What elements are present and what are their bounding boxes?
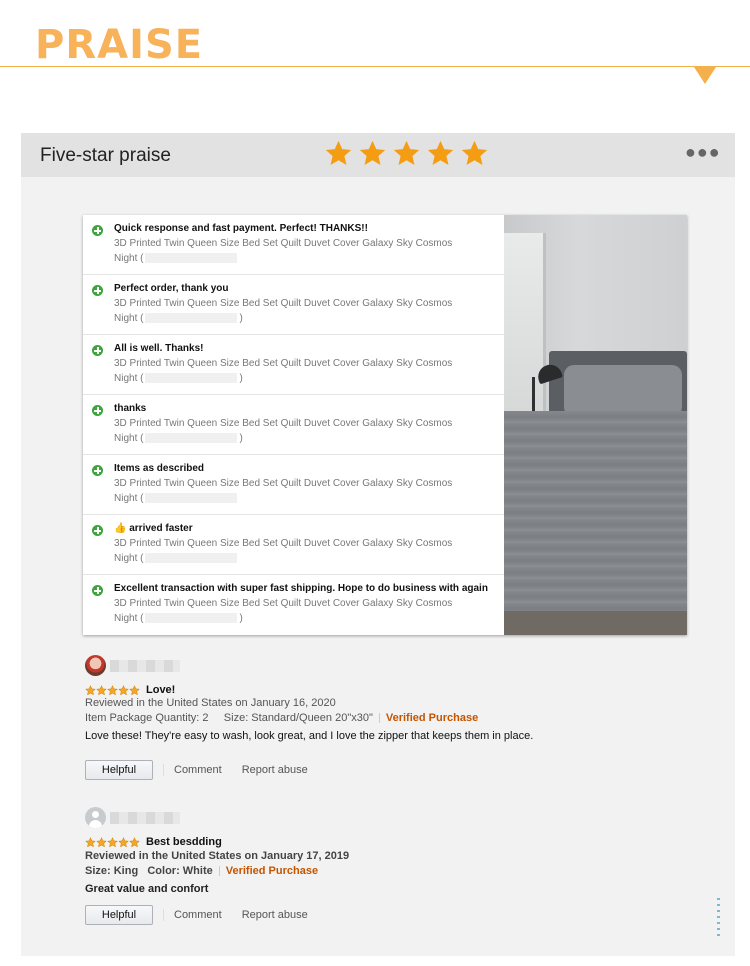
feedback-product: 3D Printed Twin Queen Size Bed Set Quilt… xyxy=(114,598,453,609)
redacted-order-number xyxy=(145,313,238,324)
comment-link[interactable]: Comment xyxy=(174,909,222,921)
feedback-comment: Perfect order, thank you xyxy=(114,283,229,294)
feedback-list: Quick response and fast payment. Perfect… xyxy=(83,215,504,635)
comment-link[interactable]: Comment xyxy=(174,764,222,776)
helpful-button[interactable]: Helpful xyxy=(85,905,153,925)
star-icon xyxy=(461,140,488,165)
page-header: PRAISE xyxy=(0,0,750,90)
feedback-product: 3D Printed Twin Queen Size Bed Set Quilt… xyxy=(114,298,453,309)
feedback-variant: Night () xyxy=(114,313,243,324)
star-icon xyxy=(85,837,96,848)
five-star-rating xyxy=(324,139,489,168)
redacted-order-number xyxy=(145,553,238,564)
avatar xyxy=(85,807,106,828)
review-date: Reviewed in the United States on January… xyxy=(85,850,350,862)
review-actions: Helpful Comment Report abuse xyxy=(85,760,308,780)
star-icon xyxy=(325,140,352,165)
star-icon xyxy=(129,685,140,696)
review-body: Love these! They're easy to wash, look g… xyxy=(85,730,534,742)
floor xyxy=(504,611,687,635)
star-icon xyxy=(107,685,118,696)
review-star-rating xyxy=(85,837,140,848)
positive-plus-icon xyxy=(92,405,103,416)
feedback-comment: Items as described xyxy=(114,463,205,474)
helpful-button[interactable]: Helpful xyxy=(85,760,153,780)
review-date: Reviewed in the United States on January… xyxy=(85,697,336,709)
feedback-variant: Night () xyxy=(114,373,243,384)
star-icon xyxy=(96,685,107,696)
redacted-order-number xyxy=(145,493,238,504)
redacted-order-number xyxy=(145,373,238,384)
pillow xyxy=(564,365,682,417)
star-icon xyxy=(129,837,140,848)
review-title[interactable]: Best besdding xyxy=(146,836,222,848)
feedback-item: Items as described 3D Printed Twin Queen… xyxy=(83,455,504,515)
feedback-item: thanks 3D Printed Twin Queen Size Bed Se… xyxy=(83,395,504,455)
feedback-item: Perfect order, thank you 3D Printed Twin… xyxy=(83,275,504,335)
page-title: PRAISE xyxy=(35,22,204,68)
review-actions: Helpful Comment Report abuse xyxy=(85,905,308,925)
feedback-variant: Night () xyxy=(114,613,243,624)
feedback-variant: Night ( xyxy=(114,253,239,264)
star-icon xyxy=(359,140,386,165)
feedback-comment: Quick response and fast payment. Perfect… xyxy=(114,223,368,234)
positive-plus-icon xyxy=(92,285,103,296)
feedback-item: All is well. Thanks! 3D Printed Twin Que… xyxy=(83,335,504,395)
feedback-item: 👍 arrived faster 3D Printed Twin Queen S… xyxy=(83,515,504,575)
verified-purchase-badge: Verified Purchase xyxy=(385,712,479,724)
positive-plus-icon xyxy=(92,225,103,236)
avatar xyxy=(85,655,106,676)
redacted-order-number xyxy=(145,613,238,624)
star-icon xyxy=(118,685,129,696)
feedback-variant: Night () xyxy=(114,433,243,444)
report-abuse-link[interactable]: Report abuse xyxy=(242,909,308,921)
redacted-order-number xyxy=(145,433,238,444)
feedback-comment: 👍 arrived faster xyxy=(114,523,193,534)
more-dots-icon[interactable]: ●●● xyxy=(685,142,721,163)
star-icon xyxy=(427,140,454,165)
redacted-reviewer-name xyxy=(110,812,180,824)
review-body: Great value and confort xyxy=(85,883,209,895)
feedback-product: 3D Printed Twin Queen Size Bed Set Quilt… xyxy=(114,418,453,429)
star-icon xyxy=(118,837,129,848)
feedback-comment: Excellent transaction with super fast sh… xyxy=(114,583,488,594)
positive-plus-icon xyxy=(92,345,103,356)
praise-panel: Five-star praise ●●● Quick response and … xyxy=(21,133,735,956)
verified-purchase-badge: Verified Purchase xyxy=(225,865,319,877)
feedback-item: Quick response and fast payment. Perfect… xyxy=(83,215,504,275)
scroll-indicator-icon[interactable] xyxy=(717,898,720,940)
triangle-down-icon xyxy=(694,67,716,84)
review-variant: Item Package Quantity: 2 Size: Standard/… xyxy=(85,712,479,724)
feedback-variant: Night ( xyxy=(114,553,239,564)
review-title[interactable]: Love! xyxy=(146,684,175,696)
feedback-product: 3D Printed Twin Queen Size Bed Set Quilt… xyxy=(114,478,453,489)
review-variant: Size: King Color: White Verified Purchase xyxy=(85,865,319,877)
positive-plus-icon xyxy=(92,525,103,536)
star-icon xyxy=(96,837,107,848)
report-abuse-link[interactable]: Report abuse xyxy=(242,764,308,776)
feedback-item: Excellent transaction with super fast sh… xyxy=(83,575,504,635)
redacted-reviewer-name xyxy=(110,660,180,672)
header-divider xyxy=(0,66,750,67)
grey-duvet xyxy=(504,411,687,635)
feedback-product: 3D Printed Twin Queen Size Bed Set Quilt… xyxy=(114,358,453,369)
star-icon xyxy=(107,837,118,848)
panel-header-bar: Five-star praise ●●● xyxy=(21,133,735,177)
feedback-comment: All is well. Thanks! xyxy=(114,343,204,354)
positive-plus-icon xyxy=(92,585,103,596)
star-icon xyxy=(393,140,420,165)
panel-title: Five-star praise xyxy=(40,145,171,166)
feedback-variant: Night ( xyxy=(114,493,239,504)
positive-plus-icon xyxy=(92,465,103,476)
review-star-rating xyxy=(85,685,140,696)
feedback-product: 3D Printed Twin Queen Size Bed Set Quilt… xyxy=(114,238,453,249)
feedback-comment: thanks xyxy=(114,403,147,414)
redacted-order-number xyxy=(145,253,238,264)
feedback-screenshot: Quick response and fast payment. Perfect… xyxy=(83,215,687,635)
feedback-product: 3D Printed Twin Queen Size Bed Set Quilt… xyxy=(114,538,453,549)
bedding-product-photo xyxy=(504,215,687,635)
star-icon xyxy=(85,685,96,696)
